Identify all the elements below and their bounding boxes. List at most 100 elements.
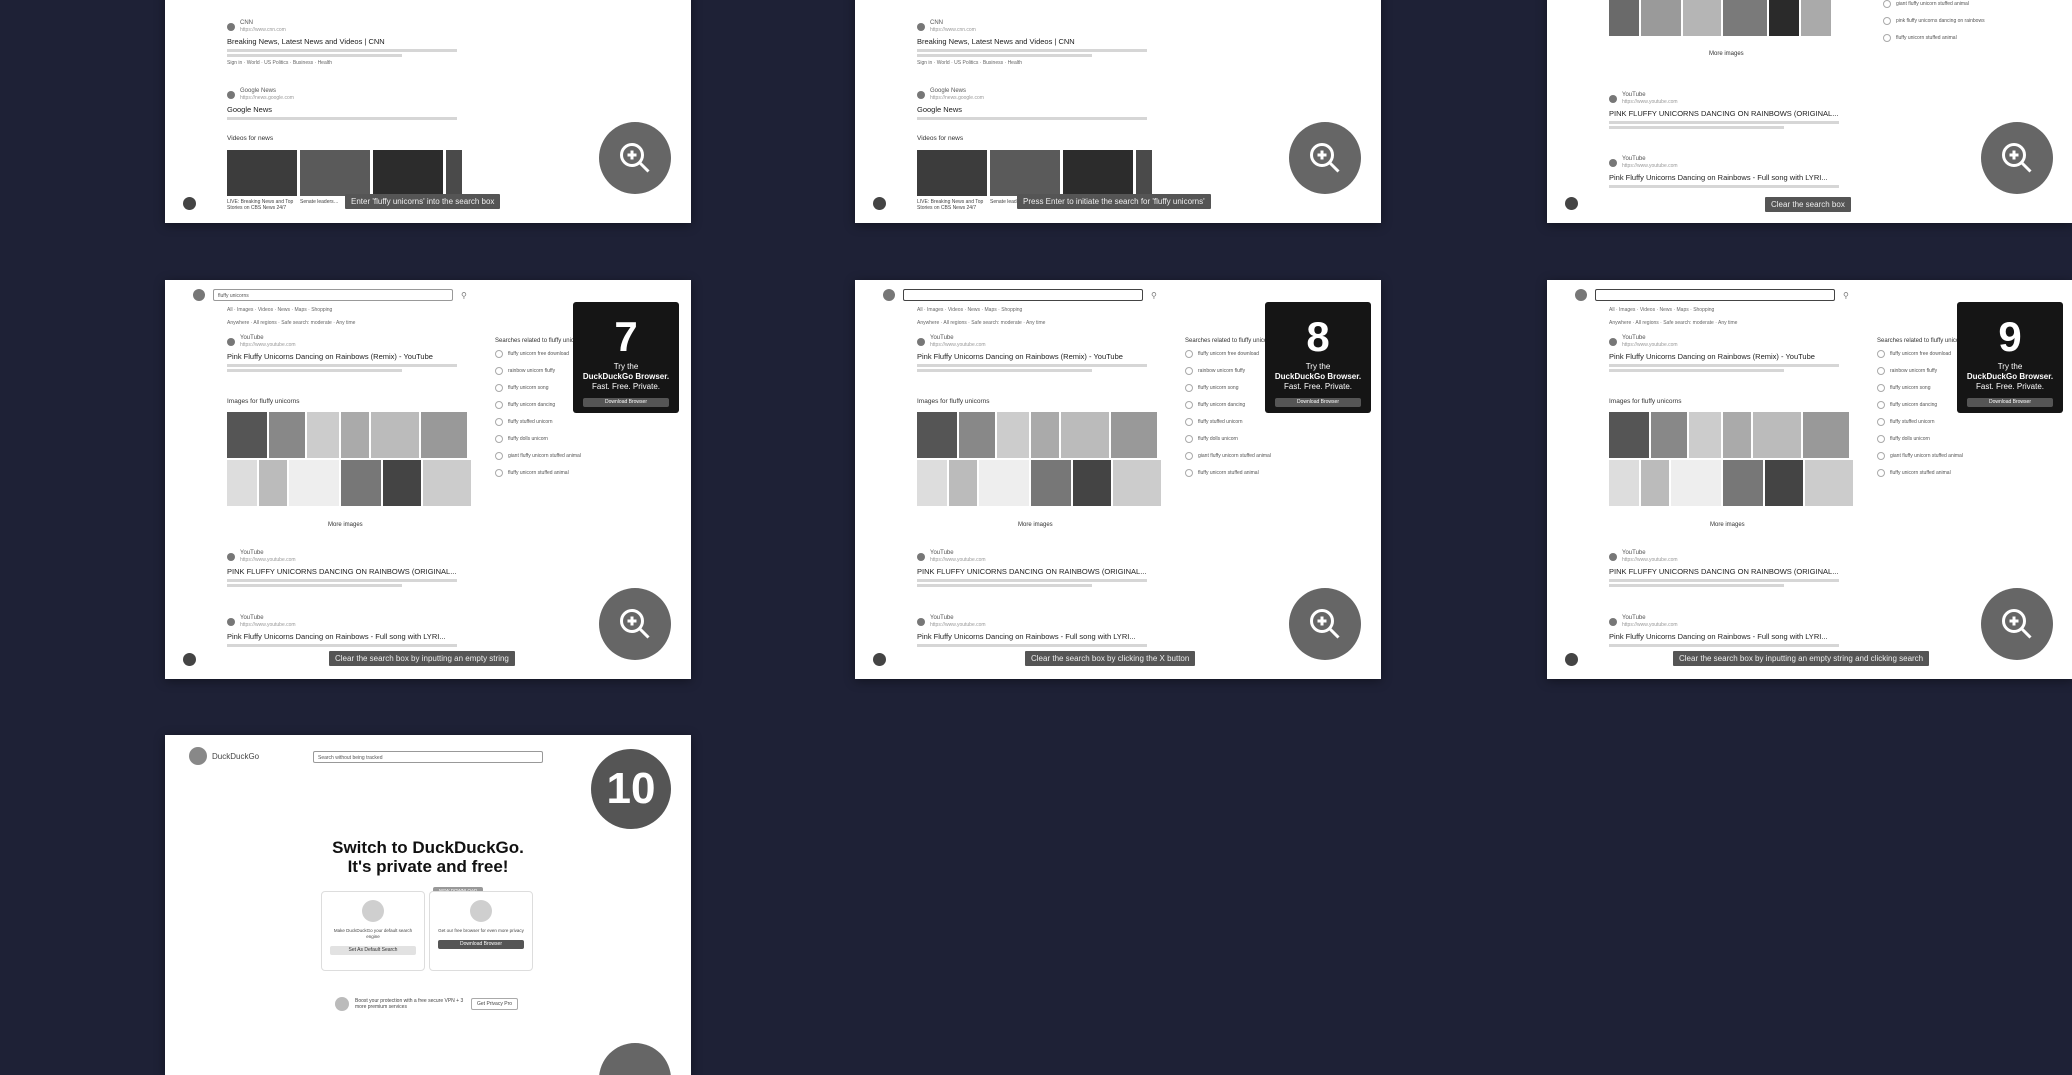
- search-result-youtube[interactable]: YouTube https://www.youtube.com PINK FLUF…: [1609, 550, 1859, 587]
- screenshot-card-7[interactable]: fluffy unicorns ⚲ All · Images · Videos …: [165, 280, 691, 679]
- zoom-in-button[interactable]: [599, 588, 671, 660]
- download-browser-card[interactable]: Get our free browser for even more priva…: [429, 891, 533, 971]
- image-results-grid[interactable]: [1609, 0, 1853, 38]
- image-thumbnail[interactable]: [1765, 460, 1803, 506]
- screenshot-card-8[interactable]: ⚲ All · Images · Videos · News · Maps · …: [855, 280, 1381, 679]
- result-title[interactable]: PINK FLUFFY UNICORNS DANCING ON RAINBOWS…: [1609, 109, 1859, 118]
- video-thumbnail[interactable]: [373, 150, 443, 196]
- related-search-item[interactable]: fluffy dolls unicorn: [495, 435, 665, 443]
- more-images-link[interactable]: More images: [328, 522, 363, 528]
- image-thumbnail[interactable]: [917, 412, 957, 458]
- result-sitelinks[interactable]: Sign in · World · US Politics · Business…: [917, 60, 1167, 66]
- result-title[interactable]: PINK FLUFFY UNICORNS DANCING ON RAINBOWS…: [1609, 567, 1859, 576]
- related-search-item[interactable]: fluffy unicorn stuffed animal: [1185, 469, 1355, 477]
- image-results-grid[interactable]: [227, 412, 471, 508]
- image-thumbnail[interactable]: [1609, 460, 1639, 506]
- result-title[interactable]: Pink Fluffy Unicorns Dancing on Rainbows…: [1609, 173, 1859, 182]
- image-thumbnail[interactable]: [1723, 460, 1763, 506]
- image-thumbnail[interactable]: [997, 412, 1029, 458]
- video-thumbnail[interactable]: [917, 150, 987, 196]
- result-title[interactable]: Pink Fluffy Unicorns Dancing on Rainbows…: [917, 632, 1167, 641]
- browser-promo-popup[interactable]: 8 Try the DuckDuckGo Browser. Fast. Free…: [1265, 302, 1371, 413]
- image-results-grid[interactable]: [1609, 412, 1853, 508]
- related-search-item[interactable]: pink fluffy unicorns dancing on rainbows: [1883, 17, 2053, 25]
- download-browser-button[interactable]: Download Browser: [438, 940, 524, 949]
- search-result-youtube[interactable]: YouTube https://www.youtube.com Pink Fluf…: [227, 615, 477, 647]
- related-search-item[interactable]: giant fluffy unicorn stuffed animal: [495, 452, 665, 460]
- download-browser-button[interactable]: Download Browser: [1275, 398, 1361, 407]
- browser-promo-popup[interactable]: 7 Try the DuckDuckGo Browser. Fast. Free…: [573, 302, 679, 413]
- video-carousel[interactable]: [917, 150, 1152, 196]
- search-tabs[interactable]: All · Images · Videos · News · Maps · Sh…: [917, 307, 1022, 313]
- video-thumbnail[interactable]: [300, 150, 370, 196]
- search-tabs[interactable]: All · Images · Videos · News · Maps · Sh…: [227, 307, 332, 313]
- zoom-in-button[interactable]: [1981, 588, 2053, 660]
- search-result-youtube[interactable]: YouTube https://www.youtube.com PINK FLUF…: [917, 550, 1167, 587]
- related-search-item[interactable]: fluffy stuffed unicorn: [1185, 418, 1355, 426]
- download-browser-button[interactable]: Download Browser: [1967, 398, 2053, 407]
- search-result-youtube[interactable]: YouTube https://www.youtube.com Pink Fluf…: [227, 335, 477, 372]
- image-thumbnail[interactable]: [1113, 460, 1161, 506]
- get-privacy-pro-button[interactable]: Get Privacy Pro: [471, 998, 519, 1010]
- screenshot-card-10[interactable]: DuckDuckGo Search without being tracked …: [165, 735, 691, 1075]
- search-result-google-news[interactable]: Google News https://news.google.com Googl…: [917, 88, 1167, 120]
- image-thumbnail[interactable]: [917, 460, 947, 506]
- result-sitelinks[interactable]: Sign in · World · US Politics · Business…: [227, 60, 477, 66]
- image-thumbnail[interactable]: [1689, 412, 1721, 458]
- duckduckgo-logo-icon[interactable]: [193, 289, 205, 301]
- set-default-search-card[interactable]: Make DuckDuckGo your default search engi…: [321, 891, 425, 971]
- related-search-item[interactable]: fluffy dolls unicorn: [1877, 435, 2047, 443]
- search-result-youtube[interactable]: YouTube https://www.youtube.com Pink Fluf…: [917, 335, 1167, 372]
- search-filters[interactable]: Anywhere · All regions · Safe search: mo…: [917, 320, 1045, 326]
- image-thumbnail[interactable]: [259, 460, 287, 506]
- related-search-item[interactable]: giant fluffy unicorn stuffed animal: [1877, 452, 2047, 460]
- image-thumbnail[interactable]: [1683, 0, 1721, 36]
- image-thumbnail[interactable]: [341, 460, 381, 506]
- screenshot-card-9[interactable]: ⚲ All · Images · Videos · News · Maps · …: [1547, 280, 2072, 679]
- search-result-youtube[interactable]: YouTube https://www.youtube.com Pink Fluf…: [1609, 615, 1859, 647]
- video-thumbnail[interactable]: [990, 150, 1060, 196]
- image-thumbnail[interactable]: [1641, 460, 1669, 506]
- related-search-item[interactable]: fluffy stuffed unicorn: [1877, 418, 2047, 426]
- result-title[interactable]: PINK FLUFFY UNICORNS DANCING ON RAINBOWS…: [917, 567, 1167, 576]
- image-thumbnail[interactable]: [289, 460, 339, 506]
- related-search-item[interactable]: fluffy unicorn stuffed animal: [495, 469, 665, 477]
- image-thumbnail[interactable]: [307, 412, 339, 458]
- browser-promo-popup[interactable]: 9 Try the DuckDuckGo Browser. Fast. Free…: [1957, 302, 2063, 413]
- image-results-grid[interactable]: [917, 412, 1161, 508]
- image-thumbnail[interactable]: [423, 460, 471, 506]
- image-thumbnail[interactable]: [269, 412, 305, 458]
- search-input[interactable]: fluffy unicorns: [213, 289, 453, 301]
- result-title[interactable]: Pink Fluffy Unicorns Dancing on Rainbows…: [227, 632, 477, 641]
- search-result-cnn[interactable]: CNN https://www.cnn.com Breaking News, La…: [227, 20, 477, 66]
- result-title[interactable]: Google News: [227, 105, 477, 114]
- search-result-google-news[interactable]: Google News https://news.google.com Googl…: [227, 88, 477, 120]
- image-thumbnail[interactable]: [1753, 412, 1801, 458]
- search-icon[interactable]: ⚲: [461, 291, 467, 300]
- image-thumbnail[interactable]: [371, 412, 419, 458]
- related-search-item[interactable]: giant fluffy unicorn stuffed animal: [1883, 0, 2053, 8]
- search-result-youtube[interactable]: YouTube https://www.youtube.com PINK FLUF…: [1609, 92, 1859, 129]
- zoom-in-button[interactable]: [1289, 588, 1361, 660]
- more-images-link[interactable]: More images: [1018, 522, 1053, 528]
- result-title[interactable]: Pink Fluffy Unicorns Dancing on Rainbows…: [917, 352, 1167, 361]
- search-input[interactable]: [1595, 289, 1835, 301]
- result-title[interactable]: Google News: [917, 105, 1167, 114]
- search-input[interactable]: Search without being tracked: [313, 751, 543, 763]
- duckduckgo-logo[interactable]: DuckDuckGo: [189, 747, 259, 765]
- zoom-in-button[interactable]: [599, 122, 671, 194]
- image-thumbnail[interactable]: [1801, 0, 1831, 36]
- video-thumbnail[interactable]: [1063, 150, 1133, 196]
- image-thumbnail[interactable]: [1671, 460, 1721, 506]
- video-thumbnail[interactable]: [1136, 150, 1152, 196]
- duckduckgo-logo-icon[interactable]: [1575, 289, 1587, 301]
- image-thumbnail[interactable]: [1031, 412, 1059, 458]
- video-carousel[interactable]: [227, 150, 462, 196]
- more-images-link[interactable]: More images: [1710, 522, 1745, 528]
- search-result-cnn[interactable]: CNN https://www.cnn.com Breaking News, La…: [917, 20, 1167, 66]
- search-icon[interactable]: ⚲: [1843, 291, 1849, 300]
- image-thumbnail[interactable]: [1609, 412, 1649, 458]
- search-result-youtube[interactable]: YouTube https://www.youtube.com PINK FLUF…: [227, 550, 477, 587]
- result-title[interactable]: PINK FLUFFY UNICORNS DANCING ON RAINBOWS…: [227, 567, 477, 576]
- search-result-youtube[interactable]: YouTube https://www.youtube.com Pink Fluf…: [1609, 335, 1859, 372]
